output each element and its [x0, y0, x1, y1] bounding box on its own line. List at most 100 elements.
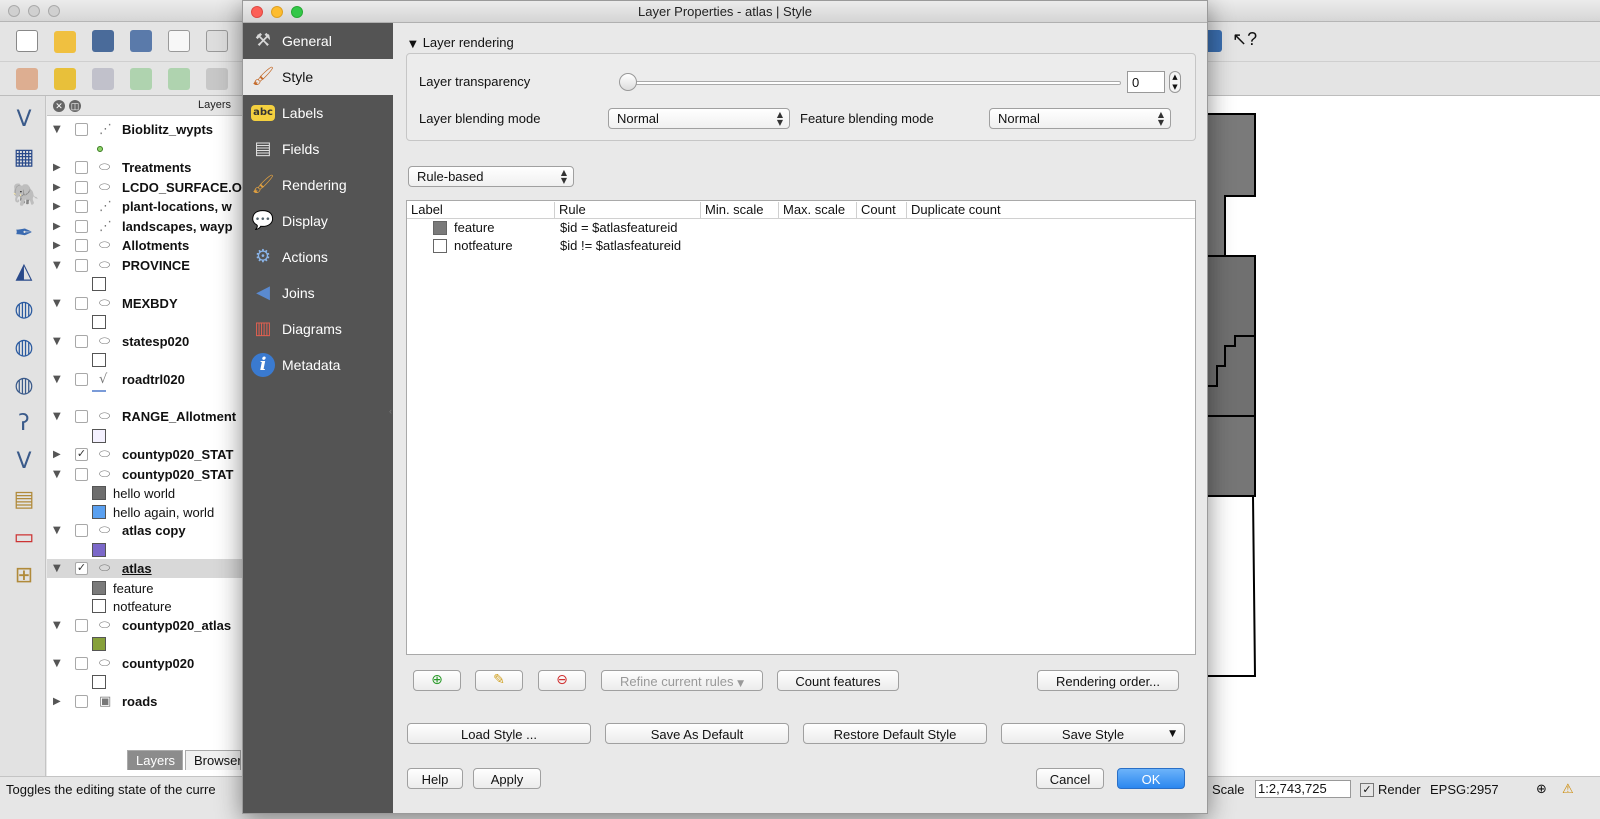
layer-visibility-checkbox[interactable]	[75, 258, 88, 272]
add-wcs-layer-icon[interactable]: ◍	[12, 336, 36, 360]
collapse-triangle-icon[interactable]: ▼	[53, 298, 61, 309]
load-style-button[interactable]: Load Style ...	[407, 723, 591, 744]
tab-browser[interactable]: Browser	[185, 750, 241, 770]
column-header-count[interactable]: Count	[857, 202, 907, 218]
layer-visibility-checkbox[interactable]	[75, 334, 88, 348]
layer-row[interactable]: ▼ ⬭ MEXBDY	[47, 294, 243, 313]
sidebar-item-fields[interactable]: ▤ Fields	[243, 131, 393, 167]
save-style-button[interactable]: Save Style ▼	[1001, 723, 1185, 744]
sidebar-item-labels[interactable]: abc Labels	[243, 95, 393, 131]
layer-row[interactable]: ▼ √ roadtrl020	[47, 370, 243, 389]
save-as-default-button[interactable]: Save As Default	[605, 723, 789, 744]
expand-triangle-icon[interactable]: ▶	[53, 182, 61, 193]
add-rule-button[interactable]: ⊕	[413, 670, 461, 691]
layer-visibility-checkbox[interactable]	[75, 410, 88, 423]
sidebar-item-actions[interactable]: ⚙ Actions	[243, 239, 393, 275]
transparency-stepper[interactable]: ▲ ▼	[1169, 71, 1181, 93]
sidebar-item-joins[interactable]: ◀ Joins	[243, 275, 393, 311]
render-checkbox[interactable]: ✓	[1360, 783, 1374, 797]
layer-visibility-checkbox[interactable]: ✓	[75, 448, 88, 461]
layer-row[interactable]: ▼ ✓ ⬭ atlas	[47, 559, 243, 578]
move-feature-icon[interactable]	[168, 68, 190, 90]
open-project-icon[interactable]	[54, 31, 76, 53]
column-header-min-scale[interactable]: Min. scale	[701, 202, 779, 218]
rule-row[interactable]: feature $id = $atlasfeatureid	[407, 219, 1195, 237]
layer-visibility-checkbox[interactable]	[75, 618, 88, 632]
remove-rule-button[interactable]: ⊖	[538, 670, 586, 691]
save-project-icon[interactable]	[92, 30, 114, 52]
count-features-button[interactable]: Count features	[777, 670, 899, 691]
add-vector-layer-icon[interactable]: V	[12, 108, 36, 132]
layer-row[interactable]: ▶ ⬭ LCDO_SURFACE.O	[47, 178, 243, 197]
whats-this-icon[interactable]: ↖?	[1232, 28, 1257, 50]
layer-row[interactable]: ▼ ⬭ countyp020_atlas	[47, 616, 243, 635]
refine-rules-button[interactable]: Refine current rules ▼	[601, 670, 763, 691]
layer-visibility-checkbox[interactable]: ✓	[75, 562, 88, 575]
collapse-triangle-icon[interactable]: ▼	[53, 658, 61, 669]
save-layer-edits-icon[interactable]	[92, 68, 114, 90]
expand-triangle-icon[interactable]: ▶	[53, 201, 61, 212]
layer-visibility-checkbox[interactable]	[75, 161, 88, 174]
ok-button[interactable]: OK	[1117, 768, 1185, 789]
new-spatialite-icon[interactable]: ▤	[12, 488, 36, 512]
layer-visibility-checkbox[interactable]	[75, 219, 88, 233]
scale-combobox[interactable]: 1:2,743,725	[1255, 780, 1351, 798]
expand-triangle-icon[interactable]: ▶	[53, 240, 61, 251]
layer-visibility-checkbox[interactable]	[75, 467, 88, 481]
layer-row[interactable]: ▶ ⬭ Allotments	[47, 236, 243, 255]
add-wms-layer-icon[interactable]: ◍	[12, 298, 36, 322]
layer-visibility-checkbox[interactable]	[75, 200, 88, 213]
sidebar-item-rendering[interactable]: 🖌 Rendering	[243, 167, 393, 203]
layer-row[interactable]: ▼ ⋰ Bioblitz_wypts	[47, 120, 243, 139]
add-delimited-text-icon[interactable]: ʔ	[12, 412, 36, 436]
column-header-max-scale[interactable]: Max. scale	[779, 202, 857, 218]
remove-layer-icon[interactable]: ▭	[12, 526, 36, 550]
layer-rendering-section-toggle[interactable]: ▼ Layer rendering	[409, 35, 514, 50]
layer-row[interactable]: ▼ ⬭ RANGE_Allotment	[47, 407, 243, 426]
help-button[interactable]: Help	[407, 768, 463, 789]
sidebar-item-style[interactable]: 🖌 Style	[243, 59, 393, 95]
main-close-button[interactable]	[8, 5, 20, 17]
new-print-composer-icon[interactable]	[168, 30, 190, 52]
sidebar-item-metadata[interactable]: i Metadata	[243, 347, 393, 383]
crs-globe-icon[interactable]: ⊕	[1536, 782, 1547, 797]
layer-row[interactable]: ▶ ✓ ⬭ countyp020_STAT	[47, 445, 243, 464]
add-raster-layer-icon[interactable]: ▦	[12, 146, 36, 170]
collapse-triangle-icon[interactable]: ▼	[53, 525, 61, 536]
crs-status[interactable]: EPSG:2957	[1430, 782, 1499, 797]
add-spatialite-layer-icon[interactable]: ✒	[12, 222, 36, 246]
rule-row[interactable]: notfeature $id != $atlasfeatureid	[407, 237, 1195, 255]
expand-triangle-icon[interactable]: ▶	[53, 449, 61, 460]
collapse-triangle-icon[interactable]: ▼	[53, 336, 61, 347]
layer-row[interactable]: ▶ ▣ roads	[47, 692, 243, 711]
layer-row[interactable]: ▼ ⬭ statesp020	[47, 332, 243, 351]
column-header-rule[interactable]: Rule	[555, 202, 701, 218]
layer-row[interactable]: ▼ ⬭ countyp020_STAT	[47, 465, 243, 484]
expand-triangle-icon[interactable]: ▶	[53, 162, 61, 173]
collapse-triangle-icon[interactable]: ▼	[53, 620, 61, 631]
warning-icon[interactable]: ⚠	[1562, 782, 1574, 797]
transparency-spinbox[interactable]: 0	[1127, 71, 1165, 93]
main-minimize-button[interactable]	[28, 5, 40, 17]
layer-visibility-checkbox[interactable]	[75, 296, 88, 310]
layer-row[interactable]: ▶ ⋰ plant-locations, w	[47, 197, 243, 216]
sidebar-item-diagrams[interactable]: ▥ Diagrams	[243, 311, 393, 347]
add-mssql-layer-icon[interactable]: ◭	[12, 260, 36, 284]
renderer-type-select[interactable]: Rule-based ▲ ▼	[408, 166, 574, 187]
column-header-label[interactable]: Label	[407, 202, 555, 218]
feature-blending-select[interactable]: Normal ▲ ▼	[989, 108, 1171, 129]
add-to-overview-icon[interactable]: ⊞	[12, 564, 36, 588]
transparency-slider-track[interactable]	[625, 81, 1121, 85]
new-project-icon[interactable]	[16, 30, 38, 52]
layer-row[interactable]: ▶ ⬭ Treatments	[47, 158, 243, 177]
rules-table[interactable]: Label Rule Min. scale Max. scale Count D…	[406, 200, 1196, 655]
layer-row[interactable]: ▼ ⬭ PROVINCE	[47, 256, 243, 275]
map-canvas[interactable]	[1206, 96, 1600, 776]
current-edits-icon[interactable]	[16, 68, 38, 90]
layer-blending-select[interactable]: Normal ▲ ▼	[608, 108, 790, 129]
composer-manager-icon[interactable]	[206, 30, 228, 52]
apply-button[interactable]: Apply	[473, 768, 541, 789]
collapse-triangle-icon[interactable]: ▼	[53, 411, 61, 422]
add-feature-icon[interactable]	[130, 68, 152, 90]
restore-default-style-button[interactable]: Restore Default Style	[803, 723, 987, 744]
